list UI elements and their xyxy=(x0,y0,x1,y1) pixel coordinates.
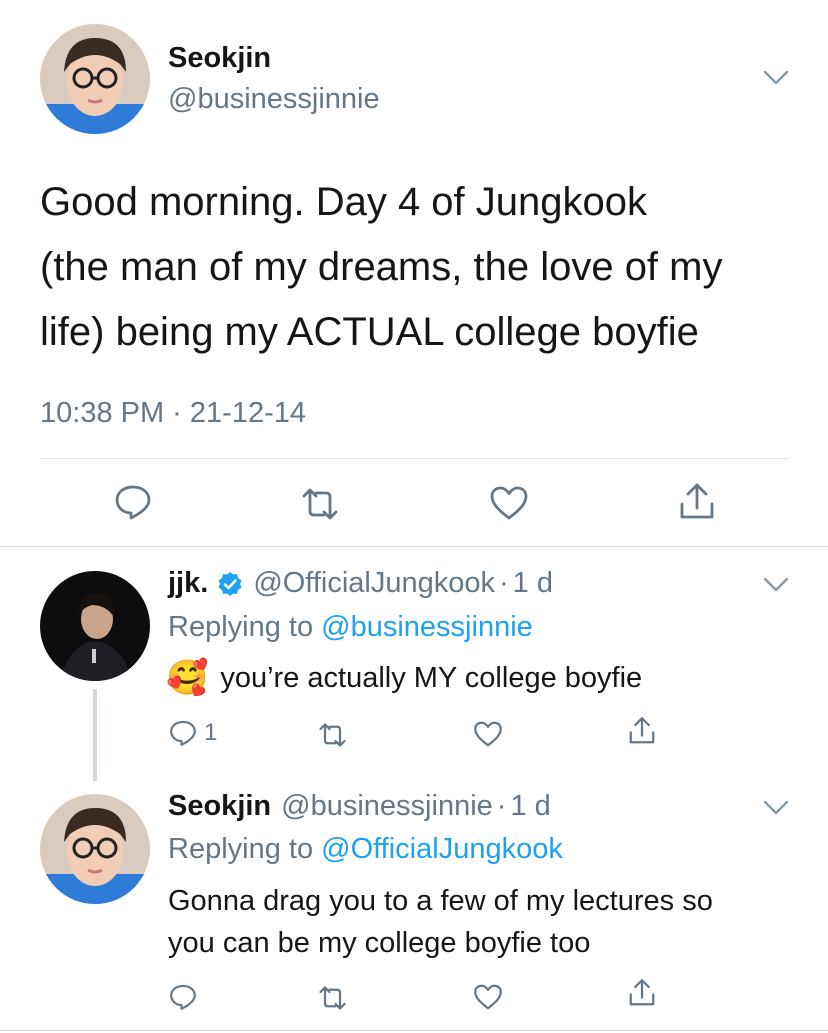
share-icon xyxy=(680,483,714,519)
retweet-icon xyxy=(319,986,346,1010)
share-button[interactable] xyxy=(627,716,657,746)
tweet-text-line: Good morning. Day 4 of Jungkook xyxy=(40,180,648,224)
author-name[interactable]: jjk. xyxy=(168,567,208,600)
retweet-icon xyxy=(319,723,346,747)
like-icon xyxy=(474,984,502,1010)
share-button[interactable] xyxy=(627,978,657,1008)
chevron-down-icon[interactable] xyxy=(763,70,789,86)
tweet-text-line: life) being my ACTUAL college boyfie xyxy=(40,310,699,354)
retweet-button[interactable] xyxy=(298,487,342,521)
section-divider xyxy=(0,1030,828,1031)
replying-to-handle[interactable]: @businessjinnie xyxy=(321,611,533,643)
replying-to: Replying to @OfficialJungkook xyxy=(168,833,563,866)
share-icon xyxy=(629,979,655,1006)
chevron-down-icon[interactable] xyxy=(763,800,789,816)
tweet-timestamp[interactable]: 10:38 PM · 21-12-14 xyxy=(40,397,306,430)
author-name[interactable]: Seokjin xyxy=(168,42,271,75)
like-button[interactable] xyxy=(473,983,503,1011)
reply-text-line: you can be my college boyfie too xyxy=(168,927,591,959)
reply-text-content: you’re actually MY college boyfie xyxy=(220,661,643,694)
verified-icon xyxy=(217,571,243,597)
tweet-time[interactable]: 1 d xyxy=(513,567,553,600)
thread-line xyxy=(93,689,97,781)
author-handle[interactable]: @businessjinnie xyxy=(168,83,380,116)
reply-text: 🥰 you’re actually MY college boyfie xyxy=(166,659,642,697)
replying-to-handle[interactable]: @OfficialJungkook xyxy=(321,833,563,865)
reply-icon xyxy=(115,485,151,520)
tweet-time[interactable]: 1 d xyxy=(510,790,550,823)
avatar-image xyxy=(40,24,150,134)
reply-button[interactable]: 1 xyxy=(168,719,217,747)
section-divider xyxy=(0,546,828,547)
author-handle[interactable]: @OfficialJungkook xyxy=(253,567,495,600)
like-icon xyxy=(474,721,502,747)
tweet-text-line: (the man of my dreams, the love of my xyxy=(40,245,723,289)
like-icon xyxy=(490,486,528,520)
replying-to-label: Replying to xyxy=(168,611,314,643)
like-button[interactable] xyxy=(489,485,529,521)
divider xyxy=(40,458,788,459)
retweet-button[interactable] xyxy=(316,722,349,748)
reply-icon xyxy=(170,984,196,1010)
smiling-face-with-hearts-emoji: 🥰 xyxy=(166,659,209,697)
author-name[interactable]: Seokjin xyxy=(168,790,271,823)
reply-header: jjk. @OfficialJungkook · 1 d xyxy=(168,567,553,600)
share-icon xyxy=(629,717,655,744)
retweet-button[interactable] xyxy=(316,985,349,1011)
retweet-icon xyxy=(302,488,338,520)
avatar-image xyxy=(40,571,150,681)
author-handle[interactable]: @businessjinnie xyxy=(281,790,493,823)
reply-header: Seokjin @businessjinnie · 1 d xyxy=(168,790,551,823)
avatar[interactable] xyxy=(40,24,150,134)
tweet-text: Good morning. Day 4 of Jungkook (the man… xyxy=(40,170,722,365)
reply-text: Gonna drag you to a few of my lectures s… xyxy=(168,880,713,964)
avatar[interactable] xyxy=(40,794,150,904)
reply-icon xyxy=(170,720,196,746)
reply-button[interactable] xyxy=(113,483,153,521)
reply-button[interactable] xyxy=(168,983,198,1011)
like-button[interactable] xyxy=(473,720,503,748)
avatar-image xyxy=(40,794,150,904)
reply-count: 1 xyxy=(204,719,218,746)
meta-separator: · xyxy=(499,567,509,599)
chevron-down-icon[interactable] xyxy=(763,577,789,593)
replying-to-label: Replying to xyxy=(168,833,314,865)
share-button[interactable] xyxy=(677,482,717,522)
replying-to: Replying to @businessjinnie xyxy=(168,611,533,644)
reply-text-line: Gonna drag you to a few of my lectures s… xyxy=(168,885,713,917)
meta-separator: · xyxy=(496,790,507,822)
avatar[interactable] xyxy=(40,571,150,681)
